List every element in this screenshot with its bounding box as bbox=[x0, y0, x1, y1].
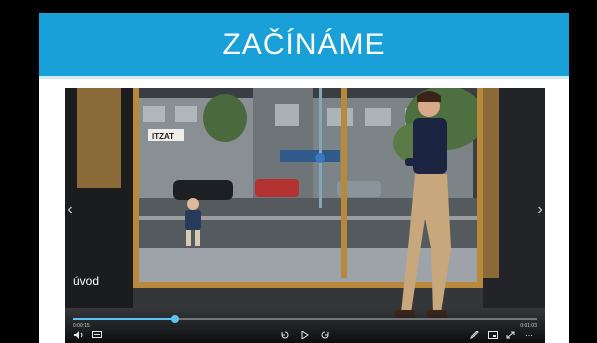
video-player[interactable]: ITZAT ‹ › úvod 0:00:15 0:01:03 ⋯ bbox=[65, 88, 545, 343]
play-icon[interactable] bbox=[299, 330, 311, 341]
current-time: 0:00:15 bbox=[73, 323, 90, 329]
slide-title: ZAČÍNÁME bbox=[222, 27, 386, 61]
progress-track[interactable] bbox=[73, 315, 537, 323]
more-icon[interactable]: ⋯ bbox=[523, 331, 535, 341]
progress-fill bbox=[73, 318, 176, 320]
title-divider bbox=[39, 76, 569, 79]
shop-sign: ITZAT bbox=[152, 132, 174, 141]
previous-slide-arrow-icon[interactable]: ‹ bbox=[65, 200, 77, 220]
volume-icon[interactable] bbox=[73, 331, 85, 341]
next-slide-arrow-icon[interactable]: › bbox=[533, 200, 545, 220]
forward-icon[interactable] bbox=[319, 331, 331, 341]
video-frame: ITZAT bbox=[65, 88, 545, 343]
picture-in-picture-icon[interactable] bbox=[487, 331, 499, 341]
slide-title-bar: ZAČÍNÁME bbox=[39, 13, 569, 76]
video-caption: úvod bbox=[73, 274, 100, 288]
viewer-background: ZAČÍNÁME ITZAT ‹ › úvod 0:00:15 0:01:03 … bbox=[0, 0, 597, 343]
pen-icon[interactable] bbox=[469, 330, 481, 341]
subtitles-icon[interactable] bbox=[91, 331, 103, 341]
total-time: 0:01:03 bbox=[520, 323, 537, 329]
video-controls: 0:00:15 0:01:03 ⋯ bbox=[65, 309, 545, 343]
rewind-icon[interactable] bbox=[279, 331, 291, 341]
slide: ZAČÍNÁME ITZAT ‹ › úvod 0:00:15 0:01:03 … bbox=[39, 13, 569, 343]
fullscreen-icon[interactable] bbox=[505, 331, 517, 341]
progress-handle[interactable] bbox=[171, 315, 180, 323]
